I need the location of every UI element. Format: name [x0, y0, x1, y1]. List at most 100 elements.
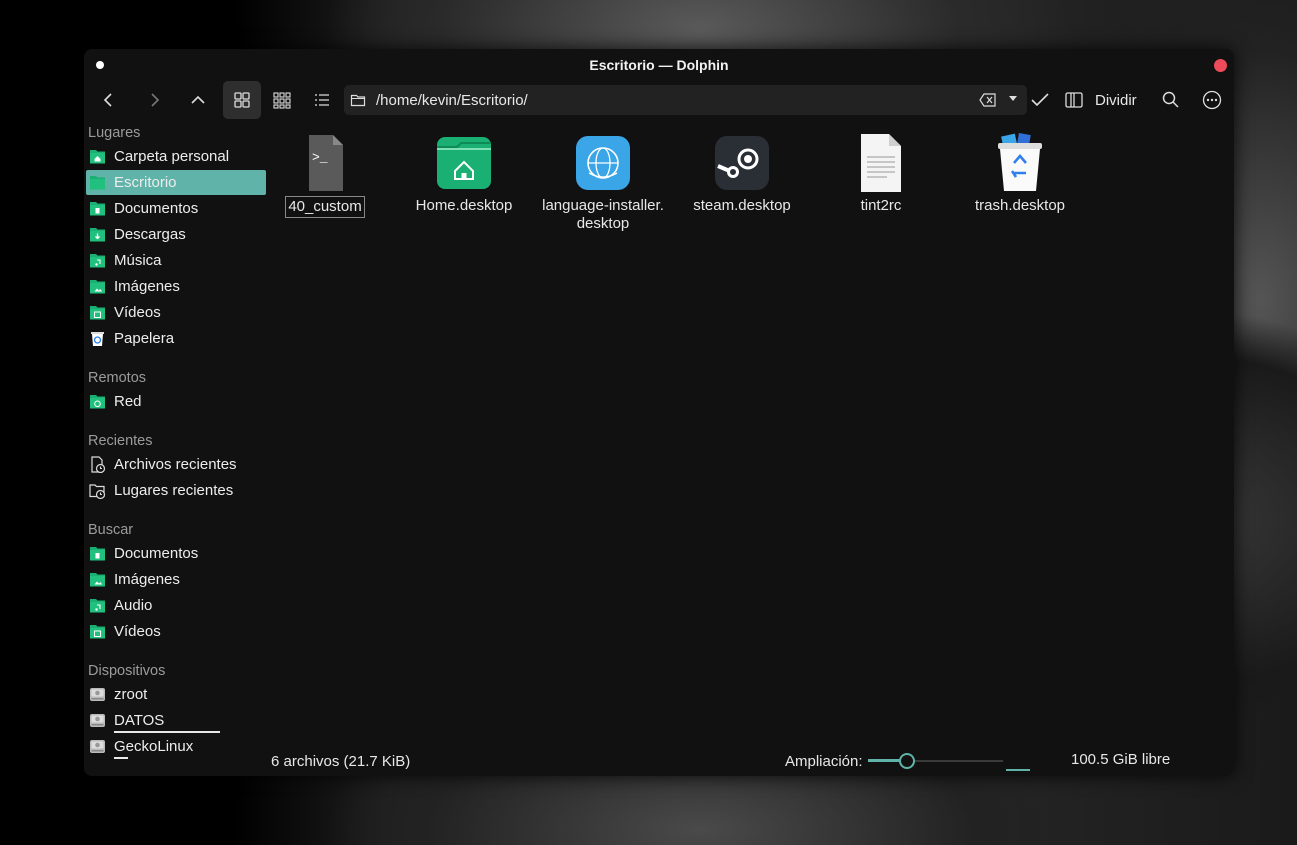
zoom-slider-handle[interactable] — [899, 753, 915, 769]
sidebar-item-im-genes[interactable]: Imágenes — [86, 274, 266, 299]
sidebar-item-label: Documentos — [114, 200, 199, 217]
checkmark-icon[interactable] — [1030, 91, 1050, 109]
chevron-left-icon — [103, 93, 112, 107]
text-file-icon — [851, 133, 911, 193]
places-panel: Lugares Carpeta personal Escritorio Documen… — [84, 119, 269, 776]
close-button[interactable] — [1214, 59, 1227, 72]
sidebar-item-zroot[interactable]: zroot — [86, 682, 266, 707]
script-file-icon: >_ — [295, 133, 355, 193]
sidebar-item-audio[interactable]: Audio — [86, 593, 266, 618]
sidebar-item-descargas[interactable]: Descargas — [86, 222, 266, 247]
sidebar-item-documentos[interactable]: Documentos — [86, 541, 266, 566]
grid-small-icon — [273, 92, 291, 109]
drive-icon — [89, 686, 106, 703]
sidebar-item-red[interactable]: Red — [86, 389, 266, 414]
sidebar-item-archivos-recientes[interactable]: Archivos recientes — [86, 452, 266, 477]
chevron-right-icon — [151, 93, 160, 107]
location-dropdown-icon[interactable] — [1009, 96, 1017, 101]
toolbar: /home/kevin/Escritorio/ Dividir — [84, 81, 1234, 119]
downloads-folder-icon — [89, 226, 106, 243]
sidebar-item-datos[interactable]: DATOS — [86, 708, 266, 733]
sidebar-item-label: zroot — [114, 686, 148, 703]
file-name: language-installer. desktop — [542, 197, 664, 232]
file-name: tint2rc — [860, 197, 902, 214]
sidebar-item-im-genes[interactable]: Imágenes — [86, 567, 266, 592]
zoom-slider-fill — [868, 759, 902, 762]
sidebar-item-v-deos[interactable]: Vídeos — [86, 300, 266, 325]
language-globe-icon — [573, 133, 633, 193]
sidebar-item-v-deos[interactable]: Vídeos — [86, 619, 266, 644]
file-count-label: 6 archivos (21.7 KiB) — [271, 753, 411, 770]
search-icon[interactable] — [1161, 90, 1181, 110]
location-path[interactable]: /home/kevin/Escritorio/ — [376, 92, 528, 109]
icons-view-button[interactable] — [223, 81, 261, 119]
file-item[interactable]: tint2rc — [816, 133, 946, 216]
sidebar-item-papelera[interactable]: Papelera — [86, 326, 266, 351]
statusbar: 6 archivos (21.7 KiB) Ampliación: 100.5 … — [84, 746, 1234, 776]
sidebar-item-label: Red — [114, 393, 142, 410]
pictures-folder-icon — [89, 278, 106, 295]
compact-view-button[interactable] — [263, 81, 301, 119]
list-icon — [315, 94, 329, 106]
section-title-recientes: Recientes — [88, 433, 153, 449]
network-folder-icon — [89, 393, 106, 410]
section-title-dispositivos: Dispositivos — [88, 663, 166, 679]
sidebar-item-label: Documentos — [114, 545, 199, 562]
folder-icon — [350, 94, 366, 107]
videos-folder-icon — [89, 623, 106, 640]
file-name: Home.desktop — [415, 197, 513, 214]
section-title-remotos: Remotos — [88, 370, 147, 386]
file-name: trash.desktop — [974, 197, 1066, 214]
drive-icon — [89, 712, 106, 729]
sidebar-item-label: Música — [114, 252, 162, 269]
free-space-label: 100.5 GiB libre — [1071, 751, 1171, 768]
videos-folder-icon — [89, 304, 106, 321]
details-view-button[interactable] — [303, 81, 341, 119]
desktop-folder-icon — [89, 174, 106, 191]
location-bar[interactable]: /home/kevin/Escritorio/ — [344, 85, 1027, 115]
file-item[interactable]: language-installer. desktop — [538, 133, 668, 234]
svg-text:>_: >_ — [312, 150, 328, 165]
grid-large-icon — [234, 92, 250, 108]
back-button[interactable] — [90, 81, 128, 119]
sidebar-item-lugares-recientes[interactable]: Lugares recientes — [86, 478, 266, 503]
music-folder-icon — [89, 252, 106, 269]
file-item[interactable]: >_ 40_custom — [260, 133, 390, 218]
sidebar-item-label: Archivos recientes — [114, 456, 237, 473]
dolphin-window: Escritorio — Dolphin /home/kevin/Escrito… — [84, 49, 1234, 776]
sidebar-item-label: Vídeos — [114, 304, 161, 321]
file-item[interactable]: Home.desktop — [399, 133, 529, 216]
sidebar-item-m-sica[interactable]: Música — [86, 248, 266, 273]
up-button[interactable] — [179, 81, 217, 119]
documents-folder-icon — [89, 200, 106, 217]
trash-full-icon — [990, 133, 1050, 193]
sidebar-item-label: DATOS — [114, 712, 165, 729]
split-view-icon[interactable] — [1064, 90, 1084, 110]
steam-icon — [712, 133, 772, 193]
split-button[interactable]: Dividir — [1095, 92, 1137, 109]
sidebar-item-label: Audio — [114, 597, 153, 614]
sidebar-item-label: Descargas — [114, 226, 186, 243]
disk-usage-bar — [1006, 769, 1030, 771]
file-name: 40_custom — [285, 196, 365, 218]
sidebar-item-documentos[interactable]: Documentos — [86, 196, 266, 221]
sidebar-item-escritorio[interactable]: Escritorio — [86, 170, 266, 195]
clear-text-icon[interactable] — [979, 92, 997, 108]
sidebar-item-carpeta-personal[interactable]: Carpeta personal — [86, 144, 266, 169]
music-folder-icon — [89, 597, 106, 614]
file-item[interactable]: steam.desktop — [677, 133, 807, 216]
sidebar-item-label: Escritorio — [114, 174, 177, 191]
sidebar-item-label: Carpeta personal — [114, 148, 230, 165]
file-view: >_ 40_custom Home.desktop language-installe… — [270, 119, 1234, 739]
chevron-up-icon — [191, 95, 205, 104]
file-item[interactable]: trash.desktop — [955, 133, 1085, 216]
sidebar-item-label: Papelera — [114, 330, 175, 347]
forward-button[interactable] — [135, 81, 173, 119]
zoom-label: Ampliación: — [785, 753, 863, 770]
home-folder-large-icon — [434, 133, 494, 193]
recent-files-icon — [89, 456, 106, 474]
trash-icon — [89, 330, 106, 347]
more-options-icon[interactable] — [1202, 90, 1222, 110]
home-folder-icon — [89, 148, 106, 165]
documents-folder-icon — [89, 545, 106, 562]
